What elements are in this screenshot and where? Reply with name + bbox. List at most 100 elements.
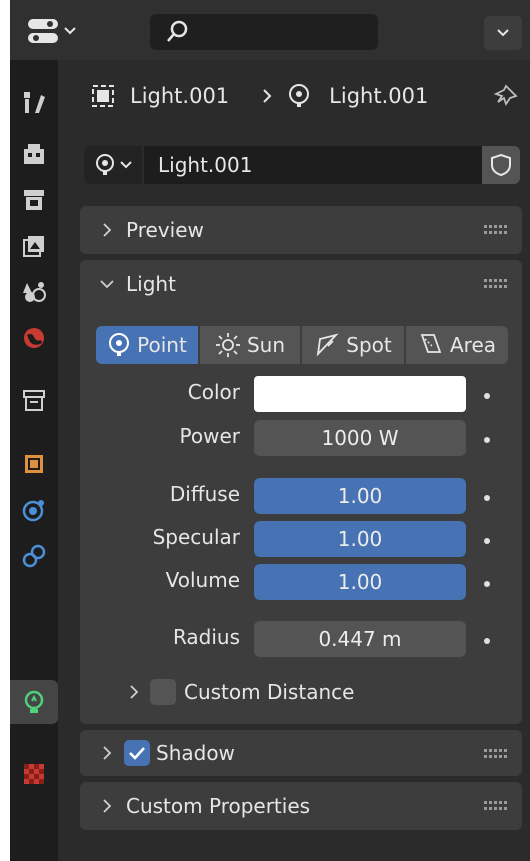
keyframe-dot[interactable]	[484, 495, 490, 501]
custom-properties-panel-title: Custom Properties	[126, 794, 311, 818]
properties-editor: Light.001 Light.001 Light.001 Preview Li…	[10, 0, 530, 861]
light-type-area-label: Area	[449, 333, 497, 357]
light-panel-title: Light	[126, 272, 176, 296]
tab-constraints[interactable]	[10, 534, 58, 578]
keyframe-dot[interactable]	[484, 437, 490, 443]
preview-panel-header[interactable]: Preview	[80, 206, 522, 254]
custom-distance-label: Custom Distance	[184, 680, 355, 704]
chevron-right-icon	[103, 799, 112, 813]
light-icon	[289, 84, 310, 107]
light-type-spot[interactable]: Spot	[302, 326, 404, 364]
light-type-sun[interactable]: Sun	[200, 326, 300, 364]
texture-icon	[24, 764, 44, 784]
light-icon	[96, 154, 114, 175]
light-datablock-selector: Light.001	[84, 146, 520, 184]
shield-icon	[491, 153, 511, 177]
constraints-icon	[22, 544, 46, 568]
specular-label: Specular	[152, 525, 240, 549]
preview-panel: Preview	[80, 206, 522, 254]
editor-type-button[interactable]	[26, 14, 84, 48]
volume-slider[interactable]: 1.00	[254, 564, 466, 600]
search-icon	[167, 20, 188, 42]
volume-label: Volume	[165, 568, 240, 592]
custom-properties-panel: Custom Properties	[80, 782, 522, 830]
preview-panel-title: Preview	[126, 218, 204, 242]
tab-render[interactable]	[10, 132, 58, 176]
light-panel: Light Point Sun Spot Area Color Power 10…	[80, 260, 522, 724]
shadow-panel: Shadow	[80, 730, 522, 776]
properties-tabs	[10, 60, 58, 861]
chevron-down-icon	[100, 280, 114, 289]
power-label: Power	[179, 424, 240, 448]
tab-collection[interactable]	[10, 378, 58, 422]
world-icon	[24, 328, 44, 348]
breadcrumb-data: Light.001	[329, 84, 429, 108]
light-type-selector: Point Sun Spot Area	[96, 326, 508, 364]
browse-light-button[interactable]	[84, 146, 142, 184]
chevron-right-icon	[103, 223, 112, 237]
output-icon	[24, 190, 44, 210]
shadow-panel-title: Shadow	[156, 741, 235, 765]
radius-field[interactable]: 0.447 m	[254, 621, 466, 657]
light-panel-header[interactable]: Light	[80, 260, 522, 308]
diffuse-slider[interactable]: 1.00	[254, 478, 466, 514]
object-icon	[92, 85, 114, 107]
properties-editor-icon	[28, 19, 58, 43]
tab-physics[interactable]	[10, 488, 58, 532]
tab-world[interactable]	[10, 316, 58, 360]
search-input[interactable]	[150, 14, 378, 50]
properties-content: Light.001 Light.001 Light.001 Preview Li…	[58, 60, 530, 861]
custom-distance-subpanel-header[interactable]: Custom Distance	[128, 672, 354, 712]
chevron-right-icon	[103, 746, 112, 760]
diffuse-label: Diffuse	[169, 482, 240, 506]
shadow-checkbox[interactable]	[124, 740, 150, 766]
chevron-right-icon	[263, 89, 272, 103]
light-data-icon	[24, 690, 44, 713]
chevron-down-icon	[120, 161, 132, 169]
chevron-right-icon	[130, 685, 139, 699]
tab-object[interactable]	[10, 442, 58, 486]
tab-texture[interactable]	[10, 752, 58, 796]
collection-icon	[23, 390, 45, 411]
sun-light-icon	[215, 333, 240, 357]
radius-label: Radius	[172, 625, 240, 649]
keyframe-dot[interactable]	[484, 581, 490, 587]
pin-icon[interactable]	[492, 82, 520, 110]
drag-handle-icon[interactable]	[484, 801, 508, 811]
shadow-panel-header[interactable]: Shadow	[80, 730, 522, 776]
tab-tool[interactable]	[10, 80, 58, 124]
spot-light-icon	[317, 333, 340, 357]
color-swatch[interactable]	[254, 376, 466, 412]
drag-handle-icon[interactable]	[484, 225, 508, 235]
tab-scene[interactable]	[10, 270, 58, 314]
light-type-point[interactable]: Point	[96, 326, 198, 364]
fake-user-button[interactable]	[482, 146, 520, 184]
options-dropdown[interactable]	[484, 16, 522, 50]
custom-properties-panel-header[interactable]: Custom Properties	[80, 782, 522, 830]
breadcrumb-object: Light.001	[130, 84, 230, 108]
view-layer-icon	[23, 236, 44, 257]
specular-slider[interactable]: 1.00	[254, 521, 466, 557]
point-light-icon	[109, 333, 130, 356]
keyframe-dot[interactable]	[484, 638, 490, 644]
light-type-area[interactable]: Area	[406, 326, 508, 364]
tab-light-data[interactable]	[10, 680, 58, 724]
tab-view-layer[interactable]	[10, 224, 58, 268]
keyframe-dot[interactable]	[484, 393, 490, 399]
keyframe-dot[interactable]	[484, 538, 490, 544]
object-icon	[25, 455, 43, 473]
tab-output[interactable]	[10, 178, 58, 222]
drag-handle-icon[interactable]	[484, 749, 508, 759]
chevron-down-icon	[497, 29, 509, 37]
tool-icon	[24, 92, 45, 113]
light-type-sun-label: Sun	[246, 333, 286, 357]
checkmark-icon	[129, 747, 145, 760]
editor-header	[10, 0, 530, 60]
light-type-point-label: Point	[137, 333, 187, 357]
area-light-icon	[420, 334, 442, 353]
drag-handle-icon[interactable]	[484, 279, 508, 289]
custom-distance-checkbox[interactable]	[150, 679, 176, 705]
power-field[interactable]: 1000 W	[254, 420, 466, 456]
light-name-field[interactable]: Light.001	[144, 146, 482, 184]
breadcrumb: Light.001 Light.001	[58, 60, 530, 132]
